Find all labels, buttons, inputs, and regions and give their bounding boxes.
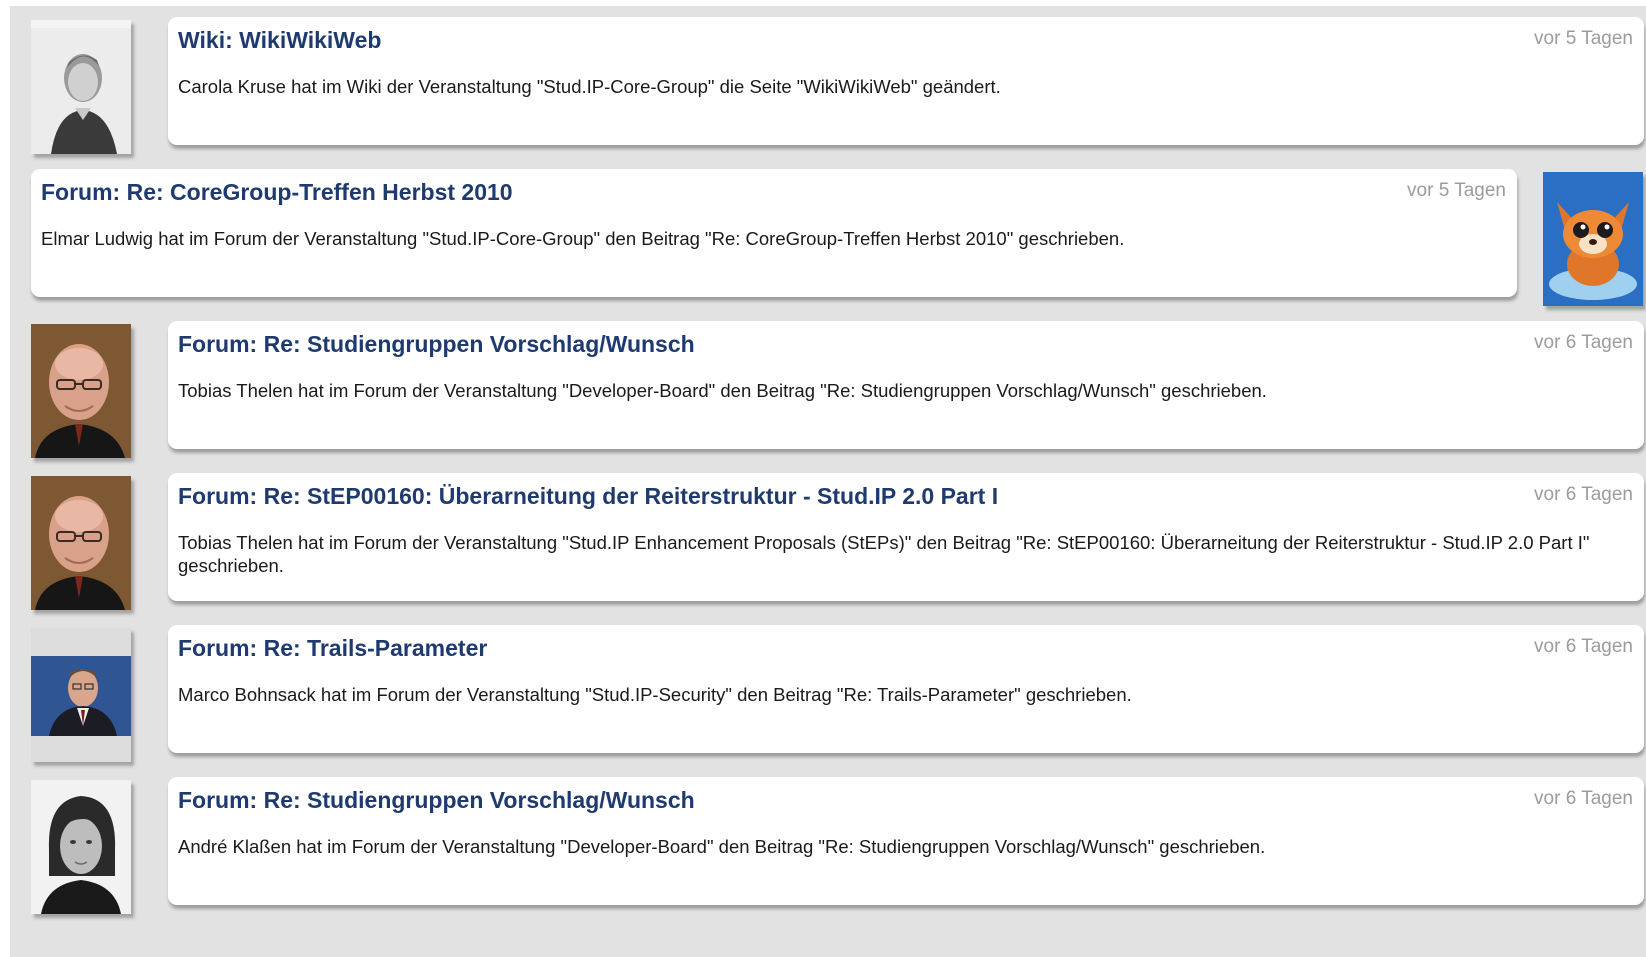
activity-description: Tobias Thelen hat im Forum der Veranstal…	[178, 532, 1590, 576]
activity-bubble: Wiki: WikiWikiWeb vor 5 Tagen Carola Kru…	[168, 17, 1644, 145]
activity-description: Carola Kruse hat im Wiki der Veranstaltu…	[178, 76, 1001, 97]
activity-entry: Forum: Re: Studiengruppen Vorschlag/Wuns…	[10, 766, 1646, 918]
avatar-cartoon-fox[interactable]	[1543, 172, 1643, 306]
activity-title-link[interactable]: Forum: Re: Trails-Parameter	[178, 635, 487, 662]
activity-description: Elmar Ludwig hat im Forum der Veranstalt…	[41, 228, 1125, 249]
activity-entry: Forum: Re: CoreGroup-Treffen Herbst 2010…	[10, 158, 1646, 310]
activity-description: Tobias Thelen hat im Forum der Veranstal…	[178, 380, 1267, 401]
activity-bubble: Forum: Re: Studiengruppen Vorschlag/Wuns…	[168, 777, 1644, 905]
activity-bubble: Forum: Re: Studiengruppen Vorschlag/Wuns…	[168, 321, 1644, 449]
activity-timestamp: vor 6 Tagen	[1534, 788, 1633, 809]
avatar-man-glasses-photo[interactable]	[31, 476, 131, 610]
activity-description: André Klaßen hat im Forum der Veranstalt…	[178, 836, 1266, 857]
activity-title-link[interactable]: Wiki: WikiWikiWeb	[178, 27, 381, 54]
activity-title-link[interactable]: Forum: Re: Studiengruppen Vorschlag/Wuns…	[178, 787, 695, 814]
activity-title-link[interactable]: Forum: Re: Studiengruppen Vorschlag/Wuns…	[178, 331, 695, 358]
activity-entry: Forum: Re: StEP00160: Überarneitung der …	[10, 462, 1646, 614]
activity-entry: Forum: Re: Studiengruppen Vorschlag/Wuns…	[10, 310, 1646, 462]
activity-title-link[interactable]: Forum: Re: CoreGroup-Treffen Herbst 2010	[41, 179, 513, 206]
activity-timestamp: vor 6 Tagen	[1534, 636, 1633, 657]
avatar-woman-photo[interactable]	[31, 20, 131, 154]
activity-feed: Wiki: WikiWikiWeb vor 5 Tagen Carola Kru…	[10, 6, 1646, 957]
activity-timestamp: vor 6 Tagen	[1534, 332, 1633, 353]
avatar-man-suit-photo[interactable]	[31, 628, 131, 762]
activity-bubble: Forum: Re: StEP00160: Überarneitung der …	[168, 473, 1644, 601]
activity-timestamp: vor 5 Tagen	[1534, 28, 1633, 49]
activity-bubble: Forum: Re: CoreGroup-Treffen Herbst 2010…	[31, 169, 1517, 297]
activity-entry: Forum: Re: Trails-Parameter vor 6 Tagen …	[10, 614, 1646, 766]
activity-title-link[interactable]: Forum: Re: StEP00160: Überarneitung der …	[178, 483, 998, 510]
activity-entry: Wiki: WikiWikiWeb vor 5 Tagen Carola Kru…	[10, 6, 1646, 158]
activity-timestamp: vor 6 Tagen	[1534, 484, 1633, 505]
avatar-young-man-photo[interactable]	[31, 780, 131, 914]
activity-bubble: Forum: Re: Trails-Parameter vor 6 Tagen …	[168, 625, 1644, 753]
activity-description: Marco Bohnsack hat im Forum der Veransta…	[178, 684, 1132, 705]
activity-timestamp: vor 5 Tagen	[1407, 180, 1506, 201]
avatar-man-glasses-photo[interactable]	[31, 324, 131, 458]
